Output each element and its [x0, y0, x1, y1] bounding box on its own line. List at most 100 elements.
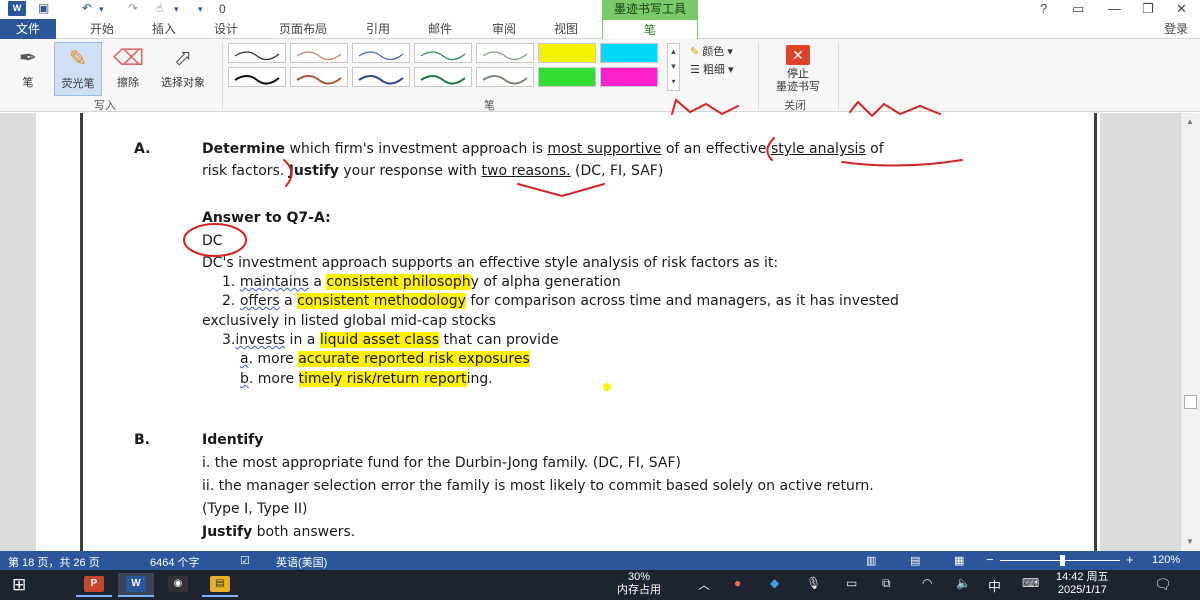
notifications-icon[interactable]: 🗨 — [1154, 576, 1172, 593]
ime-language[interactable]: 中 — [988, 576, 1001, 595]
tab-references[interactable]: 引用 — [356, 19, 400, 39]
read-mode-icon[interactable]: ▥ — [866, 554, 876, 567]
question-marker-a: A. — [134, 141, 150, 157]
touch-mode-icon[interactable]: ☝ — [156, 1, 163, 17]
wifi-icon[interactable]: ◠ — [922, 576, 932, 590]
battery-icon[interactable]: ▭ — [846, 576, 857, 590]
minimize-button[interactable]: — — [1108, 1, 1121, 16]
tab-view[interactable]: 视图 — [544, 19, 588, 39]
scroll-down-icon[interactable]: ▼ — [1186, 537, 1194, 546]
tray-expand-icon[interactable]: ︿ — [698, 576, 710, 593]
close-button[interactable]: ✕ — [1176, 1, 1187, 17]
restore-button[interactable]: ❐ — [1142, 1, 1154, 17]
web-layout-icon[interactable]: ▦ — [954, 554, 964, 567]
vertical-scrollbar[interactable]: ▲ ▼ — [1180, 113, 1200, 551]
question-a-line-1: Determine which firm's investment approa… — [202, 141, 884, 157]
tray-network-app-icon[interactable]: ◆ — [770, 576, 779, 590]
eraser-icon: ⌫ — [113, 44, 143, 72]
scroll-thumb[interactable] — [1184, 395, 1197, 409]
question-b-line-1: i. the most appropriate fund for the Dur… — [202, 455, 681, 471]
pen-swatch[interactable] — [538, 67, 596, 87]
undo-icon[interactable]: ↶ — [82, 1, 92, 17]
page-count[interactable]: 第 18 页，共 26 页 — [8, 554, 100, 570]
question-a-line-2: risk factors. Justify your response with… — [202, 163, 663, 179]
ribbon-separator — [222, 43, 223, 109]
pen-swatch[interactable] — [538, 43, 596, 63]
color-icon: ✎ — [690, 46, 699, 58]
group-label-write: 写入 — [94, 97, 116, 113]
proofing-icon[interactable]: ☑ — [240, 554, 250, 567]
pen-swatch[interactable] — [414, 67, 472, 87]
tab-layout[interactable]: 页面布局 — [268, 19, 338, 39]
tab-file[interactable]: 文件 — [0, 19, 56, 39]
language-indicator[interactable]: 英语(美国) — [276, 554, 327, 570]
taskbar-powerpoint[interactable]: P — [76, 573, 112, 597]
answer-item-2: 2. offers a consistent methodology for c… — [222, 293, 899, 309]
undo-dropdown-icon[interactable]: ▾ — [99, 4, 104, 20]
pen-gallery — [228, 43, 668, 91]
ribbon-pen: ✒ 笔 ✎ 荧光笔 ⌫ 擦除 ⬀ 选择对象 写入 ▲▼▾ ✎ 颜色 ▾ ☰ 粗细… — [0, 39, 1200, 112]
pen-swatch[interactable] — [228, 43, 286, 63]
pen-swatch[interactable] — [290, 67, 348, 87]
gallery-scroll[interactable]: ▲▼▾ — [667, 43, 680, 91]
taskbar-file-explorer[interactable]: ▤ — [202, 573, 238, 597]
tab-mailings[interactable]: 邮件 — [418, 19, 462, 39]
pen-tool-button[interactable]: ✒ 笔 — [4, 42, 52, 96]
pen-swatch[interactable] — [600, 43, 658, 63]
system-clock[interactable]: 14:42 周五 2025/1/17 — [1056, 571, 1109, 597]
highlighter-tool-button[interactable]: ✎ 荧光笔 — [54, 42, 102, 96]
zoom-out-button[interactable]: − — [986, 552, 994, 567]
screen-capture-icon[interactable]: ⧉ — [882, 576, 891, 591]
memory-usage[interactable]: 30% 内存占用 — [617, 571, 661, 597]
tab-insert[interactable]: 插入 — [142, 19, 186, 39]
answer-sub-b: b. more timely risk/return reporting. — [240, 371, 493, 387]
scroll-up-icon[interactable]: ▲ — [1186, 117, 1194, 126]
customize-qa-icon[interactable]: ▾ — [198, 4, 203, 20]
pen-swatch[interactable] — [476, 43, 534, 63]
tab-review[interactable]: 审阅 — [482, 19, 526, 39]
touch-dropdown-icon[interactable]: ▾ — [174, 4, 179, 20]
eraser-tool-button[interactable]: ⌫ 擦除 — [104, 42, 152, 96]
pen-swatch[interactable] — [290, 43, 348, 63]
tab-design[interactable]: 设计 — [204, 19, 248, 39]
pen-swatch[interactable] — [414, 43, 472, 63]
pen-swatch[interactable] — [228, 67, 286, 87]
keyboard-layout-icon[interactable]: ⌨ — [1022, 576, 1039, 590]
windows-start-icon[interactable]: ⊞ — [12, 575, 26, 595]
volume-icon[interactable]: 🔈 — [956, 576, 971, 590]
question-b-justify: Justify both answers. — [202, 524, 355, 540]
pen-swatch[interactable] — [476, 67, 534, 87]
pen-swatch[interactable] — [600, 67, 658, 87]
tab-home[interactable]: 开始 — [80, 19, 124, 39]
print-layout-icon[interactable]: ▤ — [910, 554, 920, 567]
word-app-icon[interactable]: W — [8, 1, 26, 16]
zoom-slider-knob[interactable] — [1060, 555, 1065, 566]
answer-heading: Answer to Q7-A: — [202, 210, 331, 226]
pen-swatch[interactable] — [352, 67, 410, 87]
cursor-arrow-icon: ⬀ — [168, 44, 198, 72]
pen-swatch[interactable] — [352, 43, 410, 63]
zoom-level[interactable]: 120% — [1152, 554, 1180, 566]
ribbon-tabs: 文件 开始 插入 设计 页面布局 引用 邮件 审阅 视图 笔 登录 — [0, 19, 1200, 39]
microphone-icon[interactable]: 🎙 — [806, 576, 821, 590]
taskbar-word[interactable]: W — [118, 573, 154, 597]
word-count[interactable]: 6464 个字 — [150, 554, 200, 570]
page-border-right — [1094, 113, 1097, 551]
select-objects-button[interactable]: ⬀ 选择对象 — [152, 42, 214, 96]
answer-item-2-continued: exclusively in listed global mid-cap sto… — [202, 313, 496, 329]
color-dropdown[interactable]: ✎ 颜色 ▾ — [690, 43, 733, 59]
login-link[interactable]: 登录 — [1164, 19, 1188, 39]
redo-icon[interactable]: ↷ — [128, 1, 138, 17]
zoom-in-button[interactable]: + — [1126, 552, 1134, 567]
tray-app-icon[interactable]: ● — [734, 576, 741, 590]
taskbar-camera[interactable]: ◉ — [160, 573, 196, 597]
stop-inking-button[interactable]: ✕ 停止 墨迹书写 — [764, 43, 832, 97]
close-x-icon: ✕ — [786, 45, 810, 65]
answer-item-3: 3.invests in a liquid asset class that c… — [222, 332, 559, 348]
tab-pen[interactable]: 笔 — [602, 19, 698, 39]
highlighter-icon: ✎ — [63, 45, 93, 73]
save-icon[interactable]: ▣ — [38, 1, 49, 17]
ribbon-display-icon[interactable]: ▭ — [1072, 1, 1084, 17]
thickness-dropdown[interactable]: ☰ 粗细 ▾ — [690, 61, 734, 77]
help-button[interactable]: ? — [1040, 1, 1047, 16]
